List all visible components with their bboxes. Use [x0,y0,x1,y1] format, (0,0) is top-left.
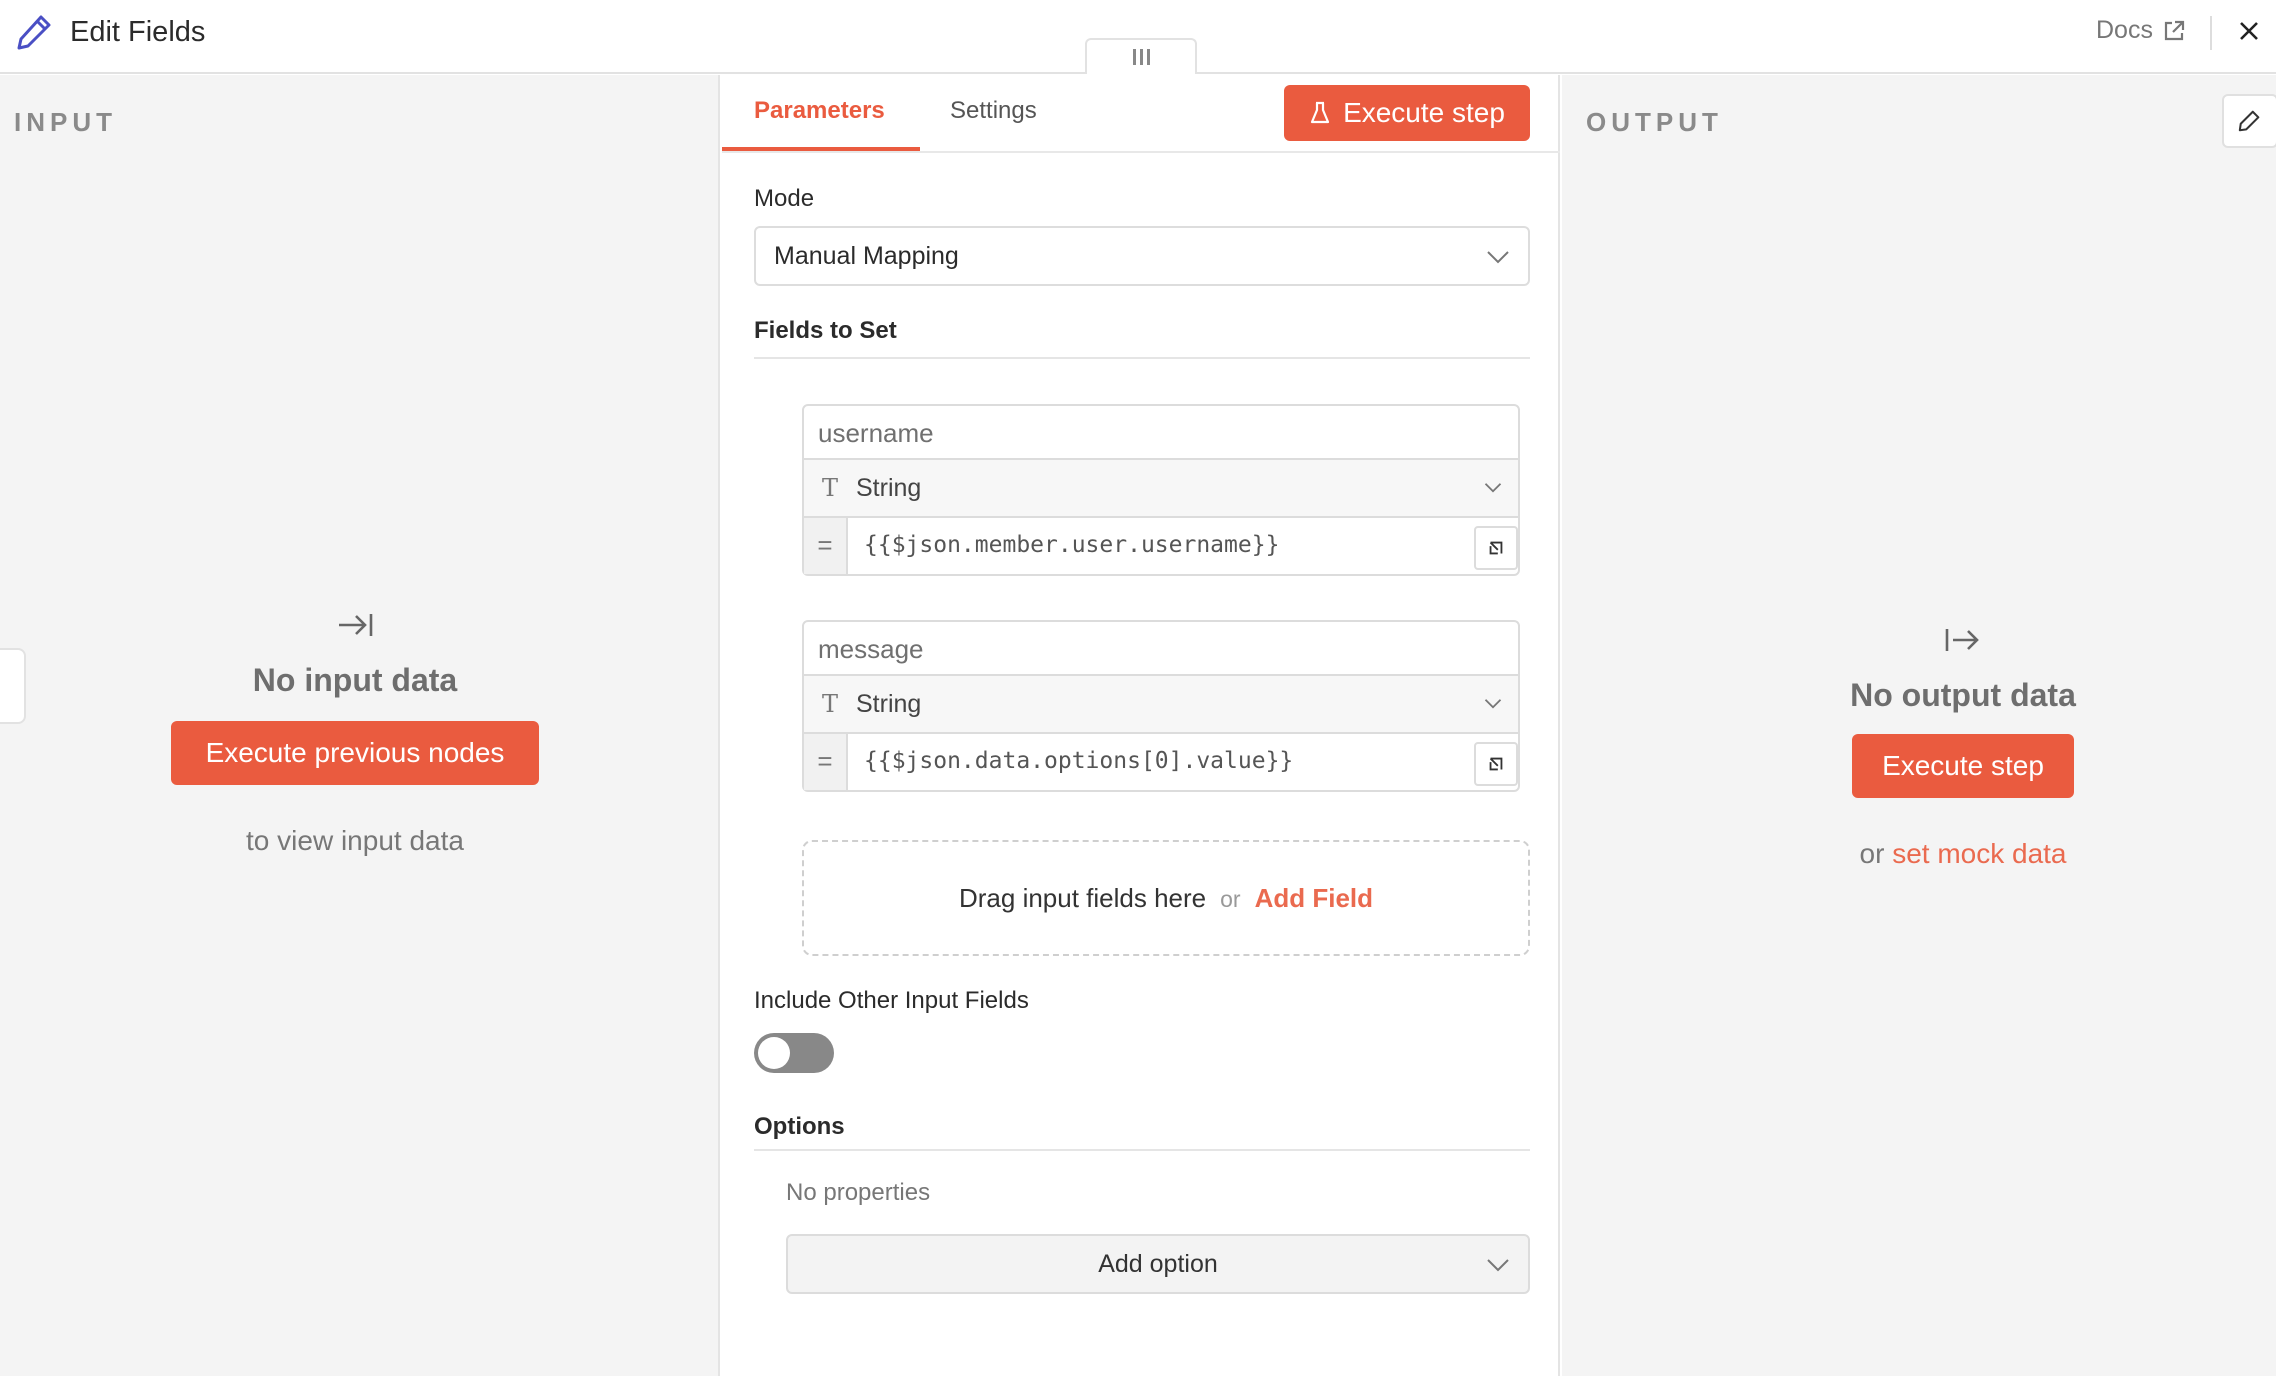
field-type-select[interactable]: T String [804,676,1518,734]
external-link-icon [2164,20,2185,40]
tab-parameters[interactable]: Parameters [754,97,885,125]
toggle-knob [758,1037,790,1069]
mode-value: Manual Mapping [774,242,959,270]
field-assignment: message T String = {{$json.data.options[… [802,620,1520,792]
execute-step-button[interactable]: Execute step [1284,85,1530,141]
field-dropzone[interactable]: Drag input fields here or Add Field [802,840,1530,956]
text-type-icon: T [822,474,839,502]
include-other-fields-label: Include Other Input Fields [754,987,1029,1014]
panel-drag-handle[interactable] [1085,38,1197,74]
field-value: {{$json.member.user.username}} [864,532,1280,558]
field-name-input[interactable]: username [804,406,1518,460]
header-divider [2210,16,2212,50]
field-type-select[interactable]: T String [804,460,1518,518]
parameter-tabs: Parameters Settings Execute step [722,75,1560,153]
chevron-down-icon [1487,251,1509,264]
field-value-expression[interactable]: = {{$json.member.user.username}} [804,518,1518,574]
options-divider [754,1149,1530,1151]
text-type-icon: T [822,690,839,718]
parameters-panel: Parameters Settings Execute step Mode Ma… [722,75,1560,1376]
dropzone-text: Drag input fields here [958,883,1207,913]
add-option-label: Add option [1098,1250,1218,1278]
include-other-fields-toggle[interactable] [754,1033,834,1073]
field-name-input[interactable]: message [804,622,1518,676]
output-empty-title: No output data [1850,677,2076,713]
field-value-expression[interactable]: = {{$json.data.options[0].value}} [804,734,1518,790]
arrow-to-line-icon [339,614,373,636]
execute-previous-nodes-button[interactable]: Execute previous nodes [171,721,539,785]
mode-select[interactable]: Manual Mapping [754,226,1530,286]
execute-step-label: Execute step [1343,97,1505,128]
fields-to-set-label: Fields to Set [754,317,897,344]
input-hint: to view input data [246,825,464,856]
tab-settings[interactable]: Settings [950,97,1037,125]
pencil-icon [2238,110,2260,132]
output-empty-state: No output data Execute step or set mock … [1562,620,2276,870]
field-assignment: username T String = {{$json.member.user.… [802,404,1520,576]
fields-divider [754,357,1530,359]
add-field-link[interactable]: Add Field [1255,883,1373,913]
output-panel-label: OUTPUT [1586,107,1723,137]
docs-label: Docs [2096,16,2153,44]
docs-link[interactable]: Docs [2096,16,2187,45]
add-option-select[interactable]: Add option [786,1234,1530,1294]
flask-icon [1310,101,1330,124]
field-type-value: String [856,474,922,502]
input-panel: INPUT No input data Execute previous nod… [0,75,720,1376]
node-title[interactable]: Edit Fields [70,16,205,49]
arrow-from-line-icon [1945,629,1979,651]
field-type-value: String [856,690,922,718]
expression-equals-icon: = [804,518,848,574]
dropzone-or: or [1220,886,1241,912]
pencil-icon [17,15,51,50]
no-properties-text: No properties [786,1179,931,1206]
chevron-down-icon [1484,699,1502,709]
output-hint: or set mock data [1562,838,2276,870]
active-tab-indicator [722,147,920,151]
input-empty-state: No input data Execute previous nodes to … [0,605,710,857]
expand-editor-icon[interactable] [1474,526,1518,570]
set-mock-data-link[interactable]: set mock data [1892,838,2066,869]
chevron-down-icon [1484,483,1502,493]
output-execute-step-button[interactable]: Execute step [1852,734,2074,798]
edit-output-button[interactable] [2222,94,2276,148]
mode-label: Mode [754,185,815,212]
field-value: {{$json.data.options[0].value}} [864,748,1294,774]
options-label: Options [754,1113,845,1140]
expand-editor-icon[interactable] [1474,742,1518,786]
output-hint-prefix: or [1859,838,1885,869]
output-panel: OUTPUT No output data Execute step or se… [1562,75,2276,1376]
expression-equals-icon: = [804,734,848,790]
close-icon[interactable] [2234,16,2264,46]
input-panel-label: INPUT [14,107,117,137]
chevron-down-icon [1487,1259,1509,1272]
input-empty-title: No input data [252,662,458,698]
